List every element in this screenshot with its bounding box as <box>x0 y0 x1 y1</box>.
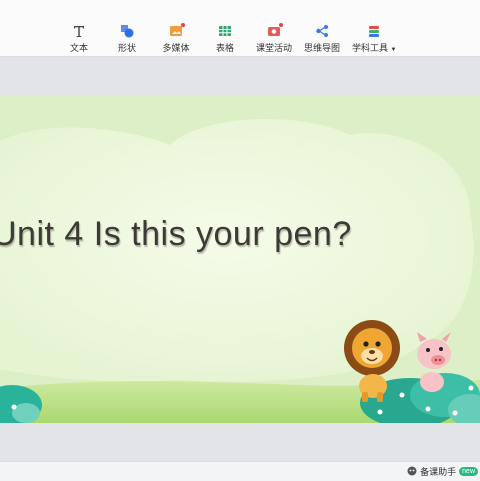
chevron-down-icon: ▼ <box>390 47 397 53</box>
toolbar-table-button[interactable]: 表格 <box>212 24 238 53</box>
assistant-label: 备课助手 <box>420 467 457 477</box>
lesson-assistant-button[interactable]: 备课助手 new <box>407 465 478 478</box>
insert-toolbar: 文本 形状 多媒体 表格 课堂活动 思维导图 学科工具 ▼ <box>0 0 480 57</box>
toolbar-class-activity-button[interactable]: 课堂活动 <box>254 23 294 53</box>
slide-title[interactable]: Unit 4 Is this your pen? <box>0 215 352 254</box>
toolbar-shape-label: 形状 <box>117 43 136 53</box>
toolbar-shape-button[interactable]: 形状 <box>114 24 140 53</box>
new-badge: new <box>459 467 478 476</box>
subject-tools-icon <box>367 24 381 38</box>
mind-map-icon <box>315 24 329 38</box>
lion-and-pig-illustration <box>344 320 451 402</box>
toolbar-subject-tools-button[interactable]: 学科工具 ▼ <box>352 24 397 53</box>
canvas-bottom-margin <box>0 423 480 461</box>
toolbar-subject-tools-label: 学科工具 ▼ <box>352 43 397 53</box>
toolbar-class-activity-label: 课堂活动 <box>255 43 292 53</box>
table-icon <box>218 24 232 38</box>
text-icon <box>72 24 86 38</box>
status-bar: 备课助手 new <box>0 461 480 481</box>
canvas-top-margin <box>0 57 480 95</box>
media-icon <box>169 23 185 38</box>
slide-canvas[interactable]: Unit 4 Is this your pen? <box>0 95 480 423</box>
toolbar-text-button[interactable]: 文本 <box>66 24 92 53</box>
toolbar-media-label: 多媒体 <box>162 43 190 53</box>
toolbar-mind-map-button[interactable]: 思维导图 <box>302 24 342 53</box>
toolbar-text-label: 文本 <box>69 43 88 53</box>
class-activity-icon <box>267 23 283 38</box>
shape-icon <box>120 24 134 38</box>
toolbar-table-label: 表格 <box>215 43 234 53</box>
toolbar-media-button[interactable]: 多媒体 <box>160 23 192 53</box>
assistant-icon <box>407 466 417 478</box>
toolbar-mind-map-label: 思维导图 <box>303 43 340 53</box>
